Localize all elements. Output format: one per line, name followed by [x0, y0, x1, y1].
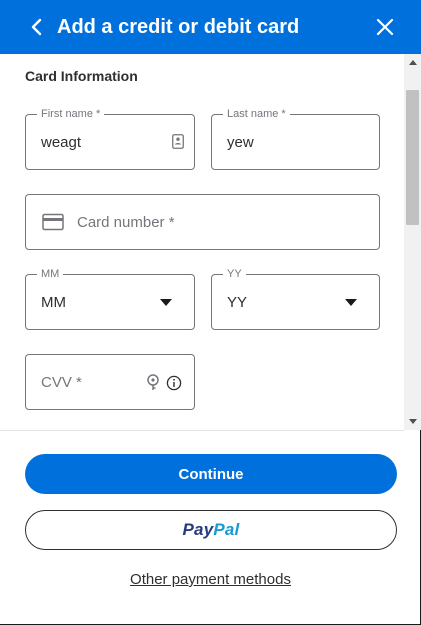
- last-name-value: yew: [227, 133, 254, 151]
- month-select[interactable]: MM MM: [25, 268, 195, 330]
- continue-button[interactable]: Continue: [25, 454, 397, 494]
- cvv-field[interactable]: CVV *: [25, 354, 195, 410]
- other-payment-methods-link[interactable]: Other payment methods: [130, 571, 291, 588]
- chevron-left-icon: [31, 18, 42, 36]
- info-icon[interactable]: [166, 375, 182, 396]
- close-icon: [376, 18, 394, 36]
- month-value: MM: [41, 293, 66, 311]
- chevron-down-icon: [160, 299, 172, 306]
- footer-divider: [0, 430, 404, 431]
- cvv-placeholder: CVV *: [41, 373, 82, 391]
- year-select[interactable]: YY YY: [211, 268, 380, 330]
- scroll-up-arrow-icon[interactable]: [404, 54, 421, 71]
- add-card-modal: Add a credit or debit card Card Informat…: [0, 0, 421, 625]
- year-value: YY: [227, 293, 248, 311]
- modal-title: Add a credit or debit card: [57, 16, 300, 38]
- paypal-logo-pay: Pay: [182, 520, 214, 539]
- first-name-value: weagt: [41, 133, 82, 151]
- modal-header: Add a credit or debit card: [0, 0, 421, 54]
- first-name-field[interactable]: First name * weagt: [25, 108, 195, 170]
- chevron-down-icon: [345, 299, 357, 306]
- card-number-placeholder: Card number *: [77, 213, 175, 231]
- last-name-field[interactable]: Last name * yew: [211, 108, 380, 170]
- close-button[interactable]: [372, 14, 398, 40]
- key-icon: [146, 374, 160, 397]
- scrollbar-thumb[interactable]: [406, 90, 419, 225]
- back-button[interactable]: [24, 14, 50, 40]
- credit-card-icon: [42, 213, 64, 236]
- other-payment-methods: Other payment methods: [0, 571, 421, 588]
- paypal-logo: PayPal: [183, 520, 240, 540]
- paypal-button[interactable]: PayPal: [25, 510, 397, 550]
- card-number-field[interactable]: Card number *: [25, 194, 380, 250]
- contact-card-icon[interactable]: [172, 134, 188, 152]
- paypal-logo-pal: Pal: [213, 520, 240, 539]
- form-scroll-area[interactable]: Card Information First name * weagt Last…: [0, 54, 421, 430]
- scroll-down-arrow-icon[interactable]: [404, 413, 421, 430]
- scrollbar[interactable]: [404, 54, 421, 430]
- section-title: Card Information: [25, 68, 138, 84]
